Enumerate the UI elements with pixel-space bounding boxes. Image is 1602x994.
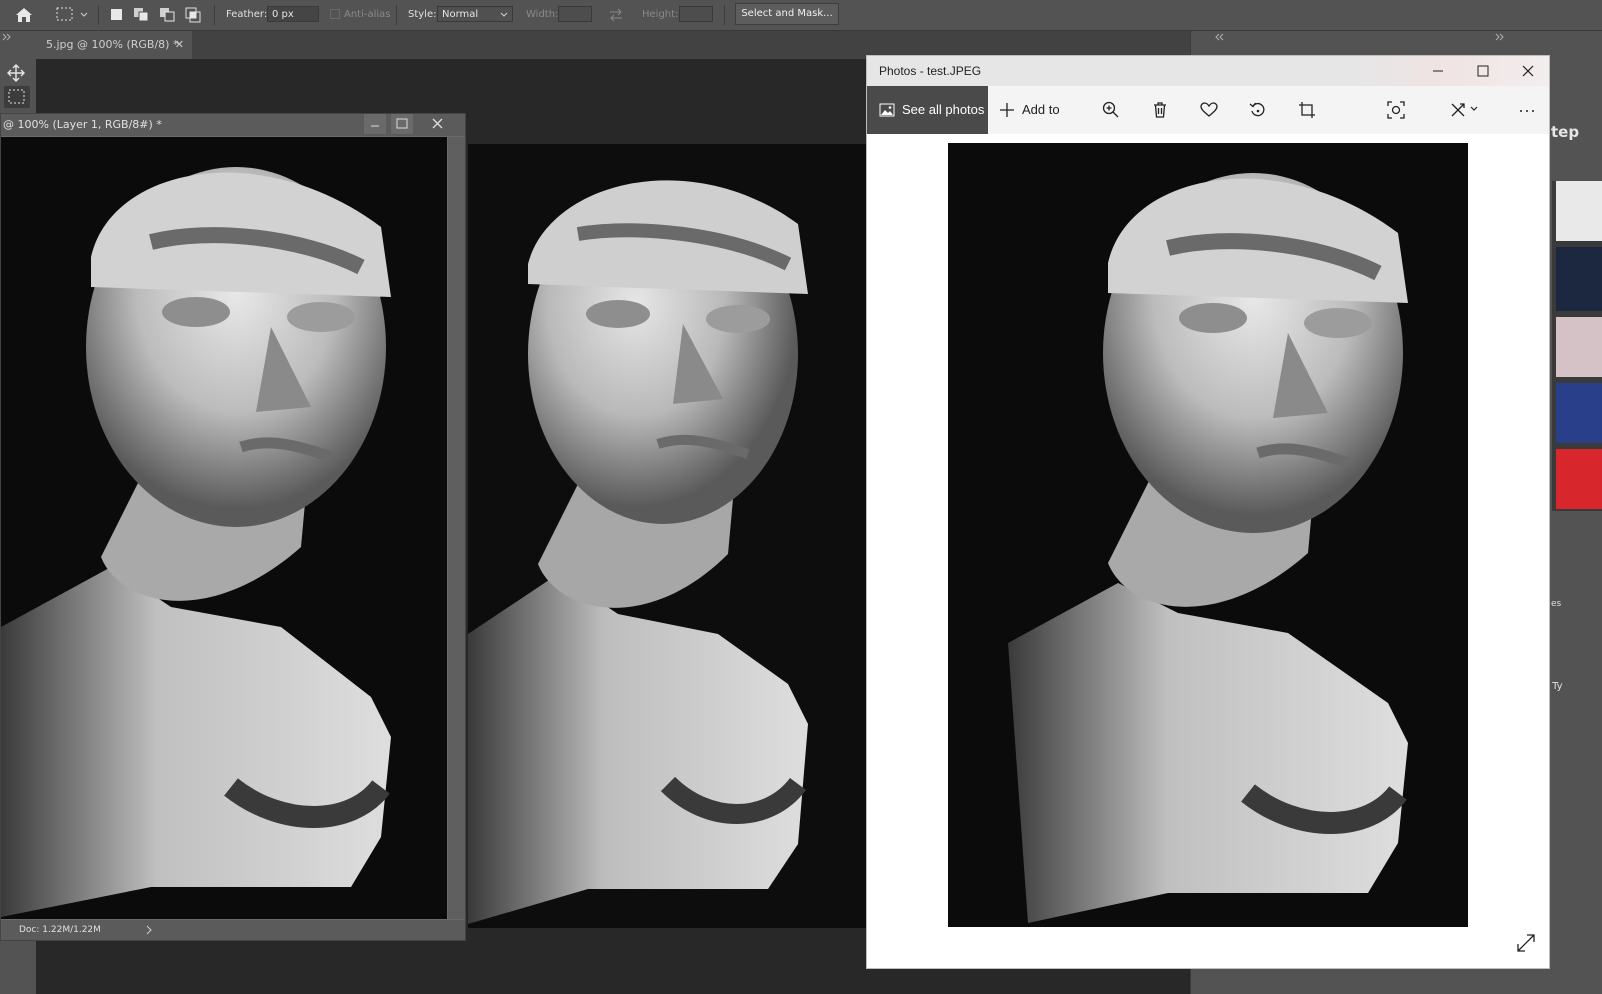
close-window-button[interactable] [1513, 56, 1543, 86]
move-tool-icon[interactable] [6, 63, 26, 83]
visual-search-icon[interactable] [1376, 86, 1416, 134]
add-to-button[interactable]: Add to [999, 86, 1067, 134]
collapse-right-icon[interactable] [1495, 33, 1505, 41]
height-input[interactable] [679, 6, 713, 22]
favorite-heart-icon[interactable] [1189, 86, 1229, 134]
delete-icon[interactable] [1140, 86, 1180, 134]
document-canvas-image[interactable] [1, 137, 447, 919]
thumbnail-strip[interactable] [1552, 181, 1602, 511]
panel-partial-label: es [1551, 599, 1562, 609]
collapse-left-icon[interactable] [1215, 33, 1225, 41]
swap-dimensions-icon[interactable] [607, 0, 625, 30]
see-all-photos-label: See all photos [902, 102, 985, 117]
see-all-photos-button[interactable]: See all photos [867, 86, 988, 134]
subtract-from-selection-icon[interactable] [158, 0, 178, 30]
marquee-tool-preset-icon[interactable] [54, 0, 94, 30]
crop-icon[interactable] [1287, 86, 1327, 134]
bust-image [468, 180, 808, 924]
add-to-label: Add to [1022, 102, 1060, 117]
feather-label: Feather: [226, 9, 268, 20]
close-window-button[interactable] [427, 114, 449, 134]
minimize-icon [371, 125, 379, 127]
maximize-icon [1477, 65, 1489, 77]
canvas-image-bust[interactable] [468, 144, 866, 928]
doc-size-readout: Doc: 1.22M/1.22M [19, 925, 101, 935]
tab-title: 5.jpg @ 100% (RGB/8) * [46, 38, 179, 51]
document-window[interactable]: @ 100% (Layer 1, RGB/8#) * Doc: 1.22M/1.… [0, 113, 466, 941]
anti-alias-label: Anti-alias [344, 9, 391, 20]
photos-window-title: Photos - test.JPEG [879, 64, 982, 78]
more-options-icon[interactable] [1507, 86, 1547, 134]
document-status-bar: Doc: 1.22M/1.22M [1, 920, 465, 940]
anti-alias-checkbox[interactable]: Anti-alias [330, 0, 391, 30]
intersect-selection-icon[interactable] [184, 0, 204, 30]
fullscreen-expand-icon[interactable] [1515, 932, 1537, 954]
close-icon [432, 118, 443, 129]
minimize-icon [1433, 70, 1443, 72]
photos-titlebar[interactable]: Photos - test.JPEG [867, 56, 1549, 86]
tab-5-jpg[interactable]: 5.jpg @ 100% (RGB/8) * ✕ [36, 31, 192, 59]
zoom-in-icon[interactable] [1091, 86, 1131, 134]
options-bar: Feather: 0 px Anti-alias Style: Normal W… [0, 0, 1602, 31]
chevron-down-icon [500, 12, 508, 17]
photo-viewer-image[interactable] [948, 143, 1468, 927]
maximize-icon [396, 118, 408, 129]
maximize-button[interactable] [391, 114, 413, 134]
add-to-selection-icon[interactable] [132, 0, 152, 30]
bust-image [1008, 173, 1408, 923]
rotate-icon[interactable] [1238, 86, 1278, 134]
document-window-title: @ 100% (Layer 1, RGB/8#) * [3, 118, 162, 131]
style-label: Style: [408, 9, 437, 20]
vertical-scrollbar[interactable] [448, 137, 465, 919]
photos-app-window[interactable]: Photos - test.JPEG See all photos Add to [866, 55, 1550, 969]
gallery-icon [879, 103, 895, 117]
document-window-titlebar[interactable]: @ 100% (Layer 1, RGB/8#) * [1, 114, 465, 136]
new-selection-icon[interactable] [108, 0, 126, 30]
photos-toolbar: See all photos Add to [867, 86, 1549, 134]
style-select[interactable]: Normal [437, 6, 513, 22]
height-label: Height: [642, 9, 679, 20]
minimize-button[interactable] [1423, 56, 1453, 86]
minimize-button[interactable] [364, 114, 386, 134]
feather-input[interactable]: 0 px [267, 6, 319, 22]
close-icon[interactable]: ✕ [175, 31, 184, 59]
edit-create-icon[interactable] [1444, 86, 1484, 134]
select-and-mask-button[interactable]: Select and Mask... [735, 3, 839, 25]
collapse-icon[interactable] [2, 33, 12, 41]
style-select-value: Normal [442, 9, 479, 20]
close-icon [1522, 65, 1534, 77]
marquee-tool-icon[interactable] [4, 86, 30, 108]
maximize-button[interactable] [1468, 56, 1498, 86]
plus-icon [1000, 103, 1014, 117]
panel-partial-text: tep [1551, 123, 1580, 141]
width-label: Width: [526, 9, 559, 20]
home-icon[interactable] [14, 0, 34, 30]
status-expand-icon[interactable] [145, 920, 153, 940]
bust-image [1, 167, 391, 917]
width-input[interactable] [558, 6, 592, 22]
